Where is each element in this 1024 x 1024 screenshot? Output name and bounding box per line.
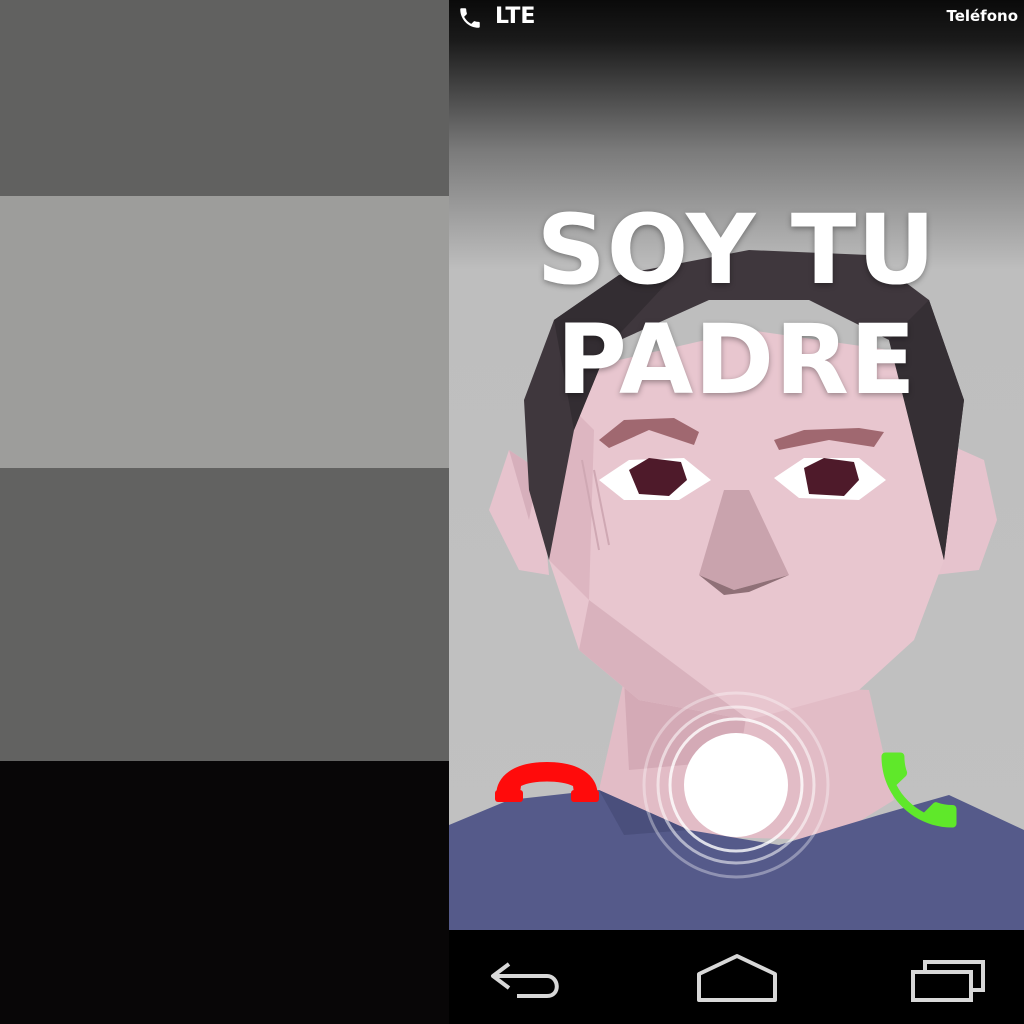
hang-up-icon[interactable] <box>489 752 605 812</box>
black-stripe <box>0 761 449 1024</box>
navigation-bar <box>449 930 1024 1024</box>
home-icon[interactable] <box>695 952 779 1004</box>
caller-name-line: PADRE <box>556 304 917 416</box>
back-icon[interactable] <box>489 954 565 1004</box>
gray-stripe <box>0 0 449 196</box>
gray-stripe <box>0 468 449 761</box>
recents-icon[interactable] <box>909 954 989 1004</box>
app-name-label: Teléfono <box>946 7 1018 25</box>
phone-icon <box>460 8 480 28</box>
caller-name-line: SOY TU <box>536 194 937 306</box>
call-slider-handle[interactable] <box>641 690 831 880</box>
phone-answer-icon[interactable] <box>869 740 969 840</box>
phone-screen: LTE Teléfono SOY TU PADRE <box>449 0 1024 1024</box>
status-bar: LTE Teléfono <box>449 0 1024 34</box>
left-background-panel <box>0 0 449 1024</box>
incoming-call-controls <box>449 690 1024 880</box>
gray-stripe <box>0 196 449 468</box>
network-indicator: LTE <box>495 4 536 29</box>
caller-name: SOY TU PADRE <box>449 195 1024 415</box>
